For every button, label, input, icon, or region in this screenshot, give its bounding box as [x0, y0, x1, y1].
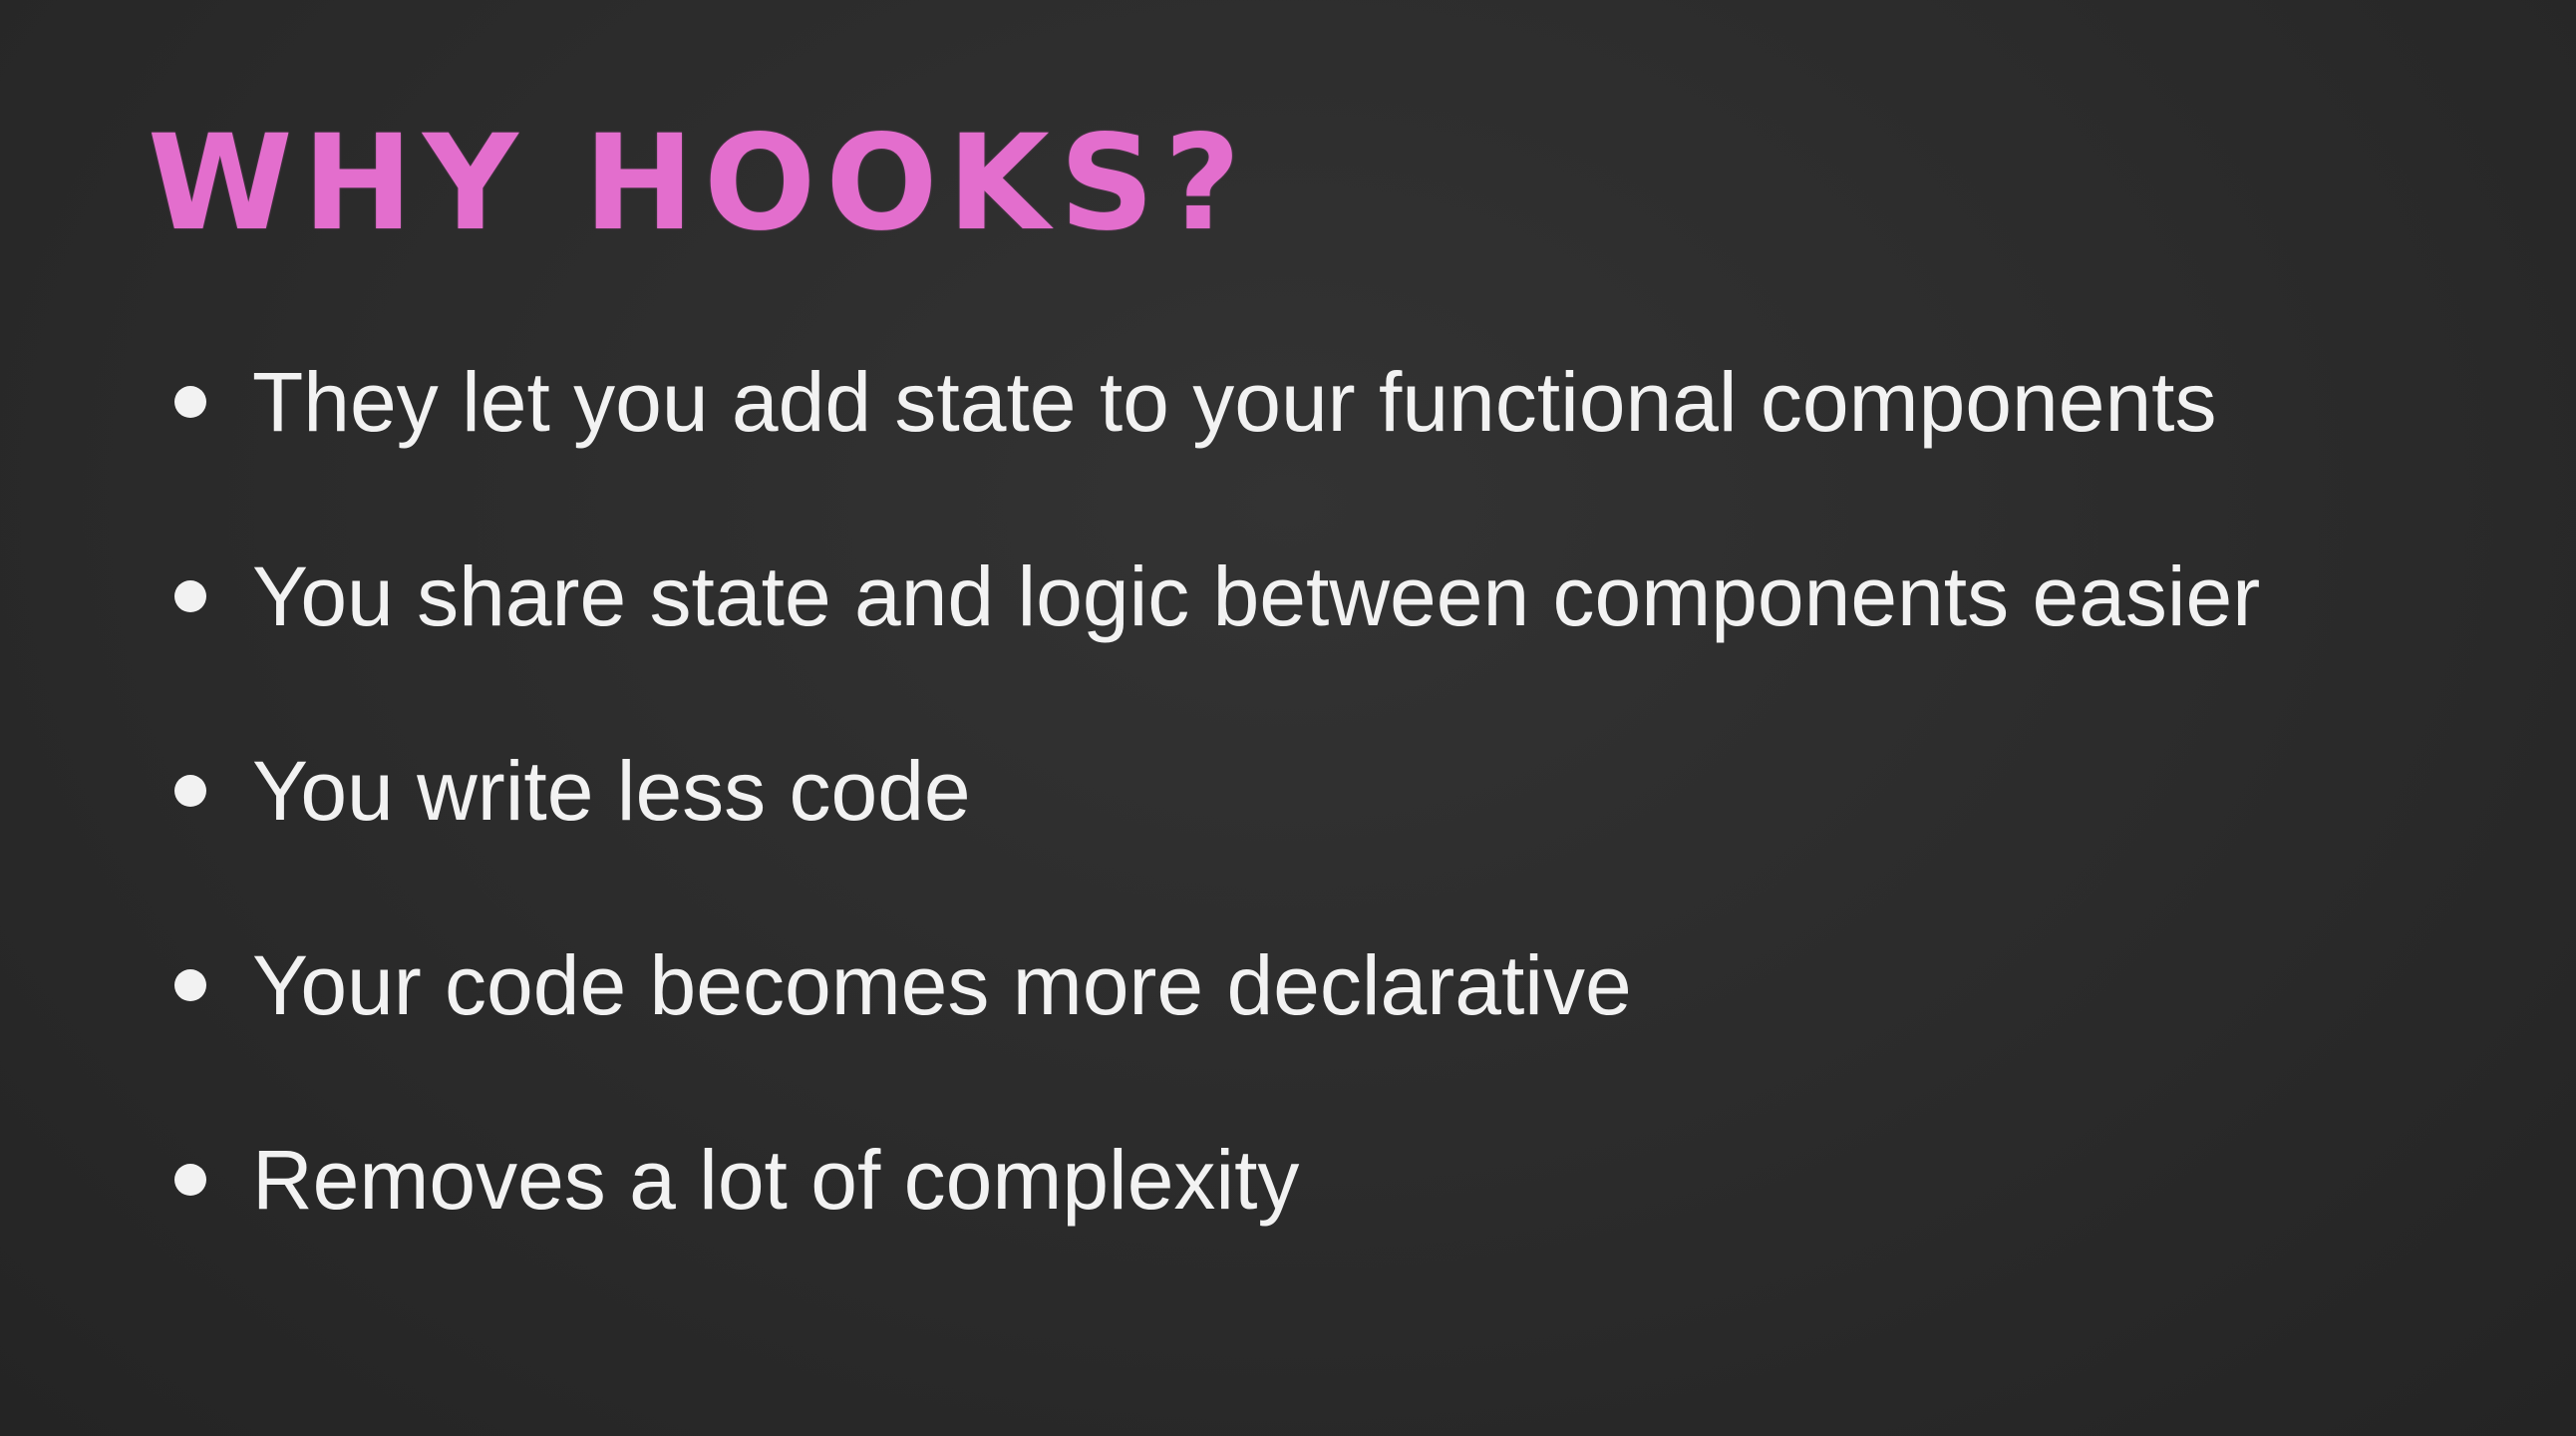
list-item: They let you add state to your functiona… [174, 352, 2260, 546]
slide-title: WHY HOOKS? [148, 107, 1251, 260]
bullet-text: They let you add state to your functiona… [252, 355, 2217, 449]
bullet-text: Removes a lot of complexity [252, 1133, 1300, 1227]
bullet-text: Your code becomes more declarative [252, 938, 1632, 1032]
list-item: You write less code [174, 741, 2260, 935]
bullet-icon [174, 969, 206, 1001]
bullet-icon [174, 580, 206, 612]
bullet-list: They let you add state to your functiona… [174, 352, 2260, 1324]
list-item: Removes a lot of complexity [174, 1130, 2260, 1324]
presentation-slide: WHY HOOKS? They let you add state to you… [0, 0, 2576, 1436]
bullet-text: You share state and logic between compon… [252, 549, 2261, 643]
bullet-icon [174, 775, 206, 807]
bullet-icon [174, 386, 206, 418]
list-item: Your code becomes more declarative [174, 935, 2260, 1130]
bullet-text: You write less code [252, 744, 971, 838]
list-item: You share state and logic between compon… [174, 546, 2260, 741]
bullet-icon [174, 1164, 206, 1196]
